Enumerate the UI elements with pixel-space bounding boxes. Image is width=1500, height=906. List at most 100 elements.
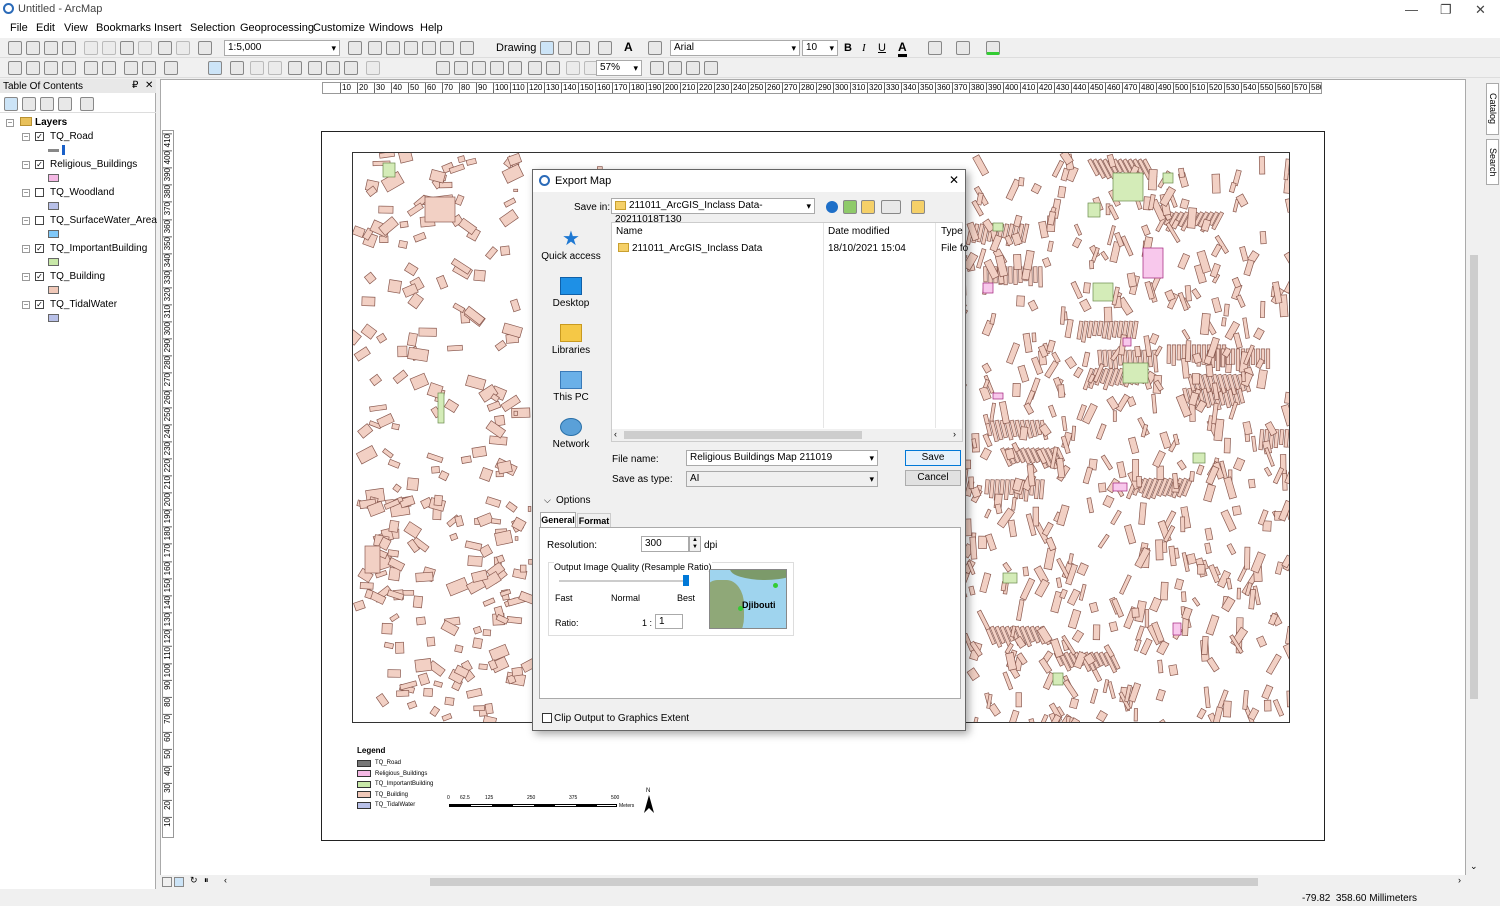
delete-icon[interactable] — [138, 41, 152, 55]
hyperlink-icon[interactable] — [250, 61, 264, 75]
layout-back-icon[interactable] — [566, 61, 580, 75]
layer-name[interactable]: TQ_Building — [50, 271, 105, 282]
horizontal-scrollbar[interactable]: ‹ › — [612, 429, 962, 441]
toc-options-icon[interactable] — [80, 97, 94, 111]
layout-fixed-out-icon[interactable] — [546, 61, 560, 75]
column-type[interactable]: Type — [941, 226, 963, 237]
menu-geoprocessing[interactable]: Geoprocessing — [240, 22, 314, 34]
back-nav-icon[interactable] — [826, 201, 838, 213]
restore-button[interactable]: ❐ — [1440, 2, 1452, 18]
list-by-drawing-order-icon[interactable] — [4, 97, 18, 111]
list-by-visibility-icon[interactable] — [40, 97, 54, 111]
new-folder-icon[interactable] — [861, 200, 875, 214]
rectangle-icon[interactable] — [598, 41, 612, 55]
zoom-whole-page-icon[interactable] — [576, 41, 590, 55]
scroll-right-icon[interactable]: › — [1458, 875, 1461, 885]
zoom-out-icon[interactable] — [26, 61, 40, 75]
view-menu-icon[interactable] — [881, 200, 901, 214]
clip-label[interactable]: Clip Output to Graphics Extent — [554, 713, 689, 724]
layer-name[interactable]: TQ_TidalWater — [50, 299, 117, 310]
change-layout-icon[interactable] — [686, 61, 700, 75]
find-icon[interactable] — [308, 61, 322, 75]
catalog-window-icon[interactable] — [368, 41, 382, 55]
minimize-button[interactable]: — — [1405, 2, 1418, 17]
fill-color-icon[interactable] — [928, 41, 942, 55]
scroll-thumb[interactable] — [430, 878, 1258, 886]
scroll-thumb[interactable] — [1470, 255, 1478, 699]
menu-help[interactable]: Help — [420, 22, 443, 34]
menu-view[interactable]: View — [64, 22, 88, 34]
copy-icon[interactable] — [102, 41, 116, 55]
close-window-button[interactable]: ✕ — [1475, 2, 1486, 18]
layer-collapse-icon[interactable]: − — [22, 133, 30, 141]
dialog-close-icon[interactable]: ✕ — [949, 173, 959, 187]
save-icon[interactable] — [44, 41, 58, 55]
modelbuilder-icon[interactable] — [440, 41, 454, 55]
data-view-icon[interactable] — [162, 877, 172, 887]
nav-libraries[interactable]: Libraries — [541, 324, 601, 356]
add-data-icon[interactable] — [198, 41, 212, 55]
layers-collapse-icon[interactable]: − — [6, 119, 14, 127]
new-icon[interactable] — [8, 41, 22, 55]
menu-file[interactable]: File — [10, 22, 28, 34]
layer-symbol[interactable] — [48, 258, 59, 266]
text-tool-icon[interactable]: A — [624, 40, 633, 54]
scroll-left-icon[interactable]: ‹ — [614, 429, 617, 439]
map-legend[interactable]: Legend TQ_Road Religious_Buildings TQ_Impo… — [357, 746, 433, 811]
nav-quick-access[interactable]: ★ Quick access — [541, 229, 601, 262]
layer-visibility-checkbox[interactable] — [35, 216, 44, 225]
layer-name[interactable]: TQ_SurfaceWater_Area — [50, 215, 157, 226]
home-folder-icon[interactable] — [911, 200, 925, 214]
zoom-page-icon[interactable] — [508, 61, 522, 75]
options-toggle[interactable]: Options — [556, 495, 590, 506]
save-type-select[interactable]: AI — [686, 471, 878, 487]
back-icon[interactable] — [124, 61, 138, 75]
list-by-selection-icon[interactable] — [58, 97, 72, 111]
viewer-icon[interactable] — [366, 61, 380, 75]
identify-icon[interactable] — [230, 61, 244, 75]
print-icon[interactable] — [62, 41, 76, 55]
resolution-spinner[interactable]: ▲ ▼ — [689, 536, 701, 552]
layer-name[interactable]: Religious_Buildings — [50, 159, 137, 170]
layout-view-icon[interactable] — [174, 877, 184, 887]
font-color-button[interactable]: A — [898, 40, 907, 57]
layer-symbol[interactable] — [48, 174, 59, 182]
layer-name[interactable]: TQ_ImportantBuilding — [50, 243, 147, 254]
menu-selection[interactable]: Selection — [190, 22, 235, 34]
toc-close-icon[interactable]: ✕ — [145, 80, 153, 91]
zoom-in-icon[interactable] — [8, 61, 22, 75]
layer-collapse-icon[interactable]: − — [22, 217, 30, 225]
catalog-tab[interactable]: Catalog — [1486, 83, 1499, 135]
line-color-icon[interactable] — [956, 41, 970, 55]
measure-icon[interactable] — [288, 61, 302, 75]
tab-general[interactable]: General — [540, 512, 576, 528]
layer-visibility-checkbox[interactable]: ✓ — [35, 272, 44, 281]
layer-name[interactable]: TQ_Road — [50, 131, 93, 142]
scale-bar[interactable]: 0 62.5 125 250 375 500 Meters — [445, 795, 634, 815]
layout-pan-icon[interactable] — [472, 61, 486, 75]
forward-icon[interactable] — [142, 61, 156, 75]
file-name-input[interactable]: Religious Buildings Map 211019 — [686, 450, 878, 466]
north-arrow[interactable]: N — [643, 788, 655, 814]
save-in-select[interactable]: 211011_ArcGIS_Inclass Data-20211018T130 — [611, 198, 815, 225]
zoom-100-icon[interactable] — [490, 61, 504, 75]
save-button[interactable]: Save — [905, 450, 961, 466]
bottom-scrollbar[interactable]: ↻ ⏸ ‹ › — [160, 875, 1466, 889]
nav-this-pc[interactable]: This PC — [541, 371, 601, 403]
pause-drawing-icon[interactable]: ⏸ — [204, 875, 209, 886]
full-extent-icon[interactable] — [62, 61, 76, 75]
fixed-zoom-out-icon[interactable] — [102, 61, 116, 75]
go-to-xy-icon[interactable] — [326, 61, 340, 75]
search-window-icon[interactable] — [386, 41, 400, 55]
layer-collapse-icon[interactable]: − — [22, 273, 30, 281]
toggle-draft-icon[interactable] — [650, 61, 664, 75]
layout-zoom-select[interactable]: 57% — [596, 60, 642, 76]
layout-tools-icon[interactable] — [460, 41, 474, 55]
html-popup-icon[interactable] — [268, 61, 282, 75]
python-icon[interactable] — [422, 41, 436, 55]
clip-checkbox[interactable] — [542, 713, 552, 723]
bold-button[interactable]: B — [844, 42, 852, 54]
fixed-zoom-in-icon[interactable] — [84, 61, 98, 75]
italic-button[interactable]: I — [862, 42, 866, 54]
time-slider-icon[interactable] — [344, 61, 358, 75]
